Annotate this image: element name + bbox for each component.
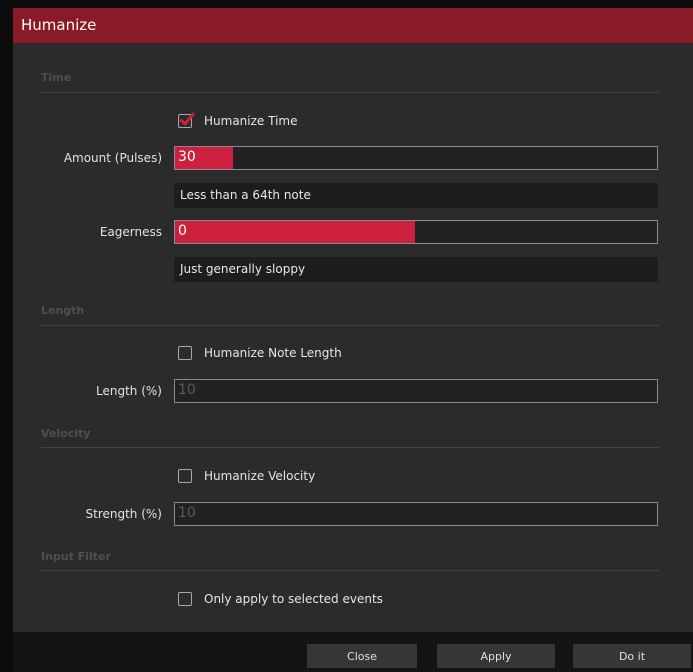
selected-events-only-check-icon <box>178 592 192 606</box>
amount-description: Less than a 64th note <box>174 183 658 208</box>
eagerness-fill <box>175 221 415 243</box>
length-percent-label: Length (%) <box>96 384 162 398</box>
section-length-divider <box>41 325 659 326</box>
eagerness-slider[interactable]: 0 <box>174 220 658 244</box>
section-input-filter-heading: Input Filter <box>41 550 111 563</box>
section-velocity-heading: Velocity <box>41 427 91 440</box>
length-percent-input[interactable]: 10 <box>174 379 658 403</box>
humanize-time-checkbox[interactable]: Humanize Time <box>178 112 297 130</box>
section-input-filter-divider <box>41 570 659 571</box>
section-length-heading: Length <box>41 304 85 317</box>
dialog-title: Humanize <box>21 16 97 34</box>
close-button[interactable]: Close <box>307 644 417 668</box>
background-strip <box>0 0 13 672</box>
section-time-heading: Time <box>41 71 72 84</box>
title-bar[interactable]: Humanize <box>13 8 693 43</box>
humanize-note-length-checkbox[interactable]: Humanize Note Length <box>178 344 342 362</box>
section-velocity-divider <box>41 447 659 448</box>
humanize-note-length-check-icon <box>178 346 192 360</box>
length-percent-value: 10 <box>178 382 196 398</box>
eagerness-value: 0 <box>178 223 187 239</box>
eagerness-label: Eagerness <box>99 225 162 239</box>
dialog-footer: Close Apply Do it <box>13 632 693 672</box>
section-time-divider <box>41 92 659 93</box>
amount-description-text: Less than a 64th note <box>180 188 311 202</box>
eagerness-description: Just generally sloppy <box>174 257 658 282</box>
strength-percent-input[interactable]: 10 <box>174 502 658 526</box>
amount-pulses-label: Amount (Pulses) <box>63 151 162 165</box>
strength-percent-label: Strength (%) <box>85 507 163 521</box>
humanize-velocity-checkbox[interactable]: Humanize Velocity <box>178 467 315 485</box>
humanize-velocity-check-icon <box>178 469 192 483</box>
humanize-time-label: Humanize Time <box>204 114 298 128</box>
apply-button[interactable]: Apply <box>437 644 555 668</box>
selected-events-only-label: Only apply to selected events <box>204 592 383 606</box>
humanize-dialog: Humanize Time Humanize Time Amount (Puls… <box>13 8 693 672</box>
eagerness-description-text: Just generally sloppy <box>180 262 306 276</box>
humanize-note-length-label: Humanize Note Length <box>204 346 342 360</box>
selected-events-only-checkbox[interactable]: Only apply to selected events <box>178 590 383 608</box>
do-it-button[interactable]: Do it <box>573 644 691 668</box>
humanize-velocity-label: Humanize Velocity <box>204 469 316 483</box>
humanize-time-check-icon <box>178 114 192 128</box>
amount-pulses-value: 30 <box>178 149 196 165</box>
strength-percent-value: 10 <box>178 505 196 521</box>
amount-pulses-slider[interactable]: 30 <box>174 146 658 170</box>
